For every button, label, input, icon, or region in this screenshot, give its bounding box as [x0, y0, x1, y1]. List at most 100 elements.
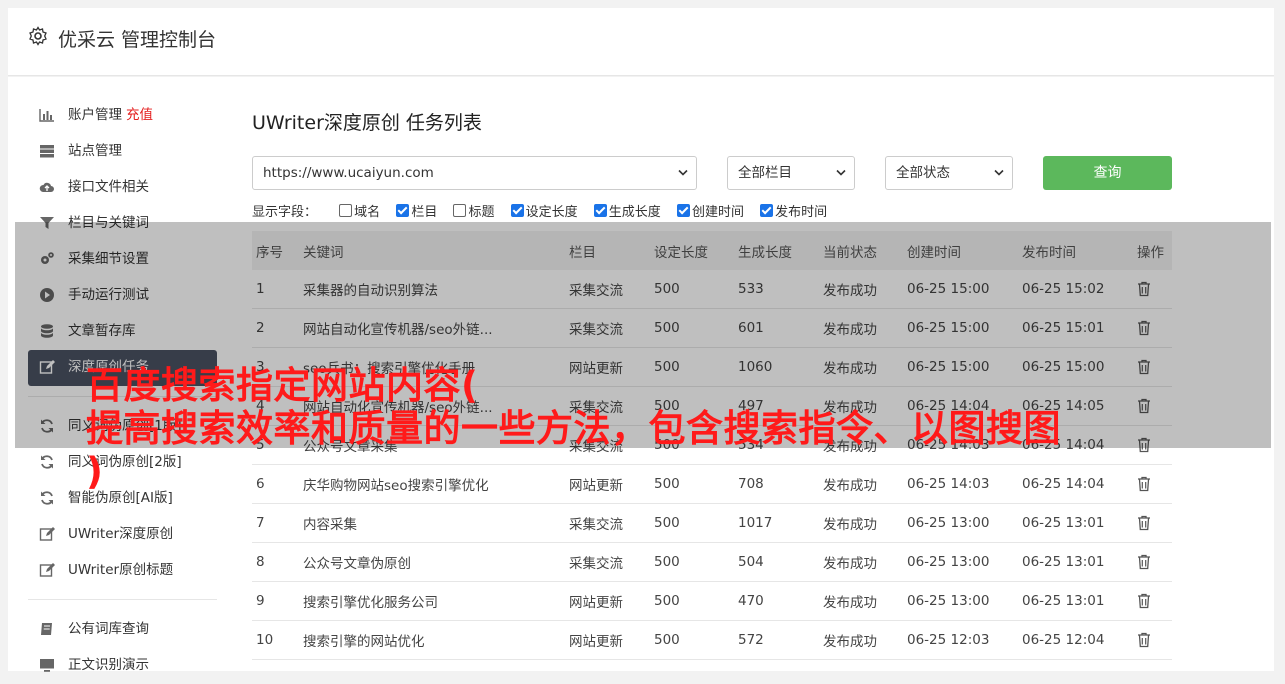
cell-no: 8: [252, 542, 299, 582]
trash-icon[interactable]: [1137, 515, 1151, 531]
sidebar-item-public-lexicon[interactable]: 公有词库查询: [28, 612, 217, 648]
checkbox[interactable]: [760, 204, 774, 217]
cell-set: 500: [650, 581, 734, 621]
server-icon: [40, 145, 54, 158]
overlay-line: 百度搜索指定网站内容(: [86, 364, 479, 407]
cell-published: 06-25 12:04: [1018, 620, 1133, 660]
sidebar-item-interface-files[interactable]: 接口文件相关: [28, 170, 217, 206]
cell-published: 06-25 13:01: [1018, 581, 1133, 621]
checkbox[interactable]: [510, 204, 524, 217]
field-checkbox-gen-length[interactable]: 生成长度: [593, 201, 661, 220]
status-select[interactable]: 全部状态: [885, 156, 1013, 190]
sidebar-item-uwriter-deep[interactable]: UWriter深度原创: [28, 517, 217, 553]
chevron-down-icon: [678, 169, 688, 176]
sidebar-divider: [28, 599, 217, 600]
field-checkbox-created[interactable]: 创建时间: [676, 201, 744, 220]
site-select[interactable]: https://www.ucaiyun.com: [252, 156, 697, 190]
cell-set: 500: [650, 542, 734, 582]
sidebar-item-label: 公有词库查询: [68, 621, 149, 637]
gear-icon: [29, 26, 47, 46]
trash-icon[interactable]: [1137, 554, 1151, 570]
cell-actions: [1133, 542, 1172, 582]
edit-icon: [39, 527, 55, 541]
page-title: UWriter深度原创 任务列表: [252, 112, 482, 134]
cell-gen: 470: [734, 581, 819, 621]
checkbox[interactable]: [453, 204, 467, 217]
checkbox-label: 标题: [468, 205, 495, 220]
sidebar-item-text-recognition[interactable]: 正文识别演示: [28, 648, 217, 684]
sidebar-item-label: UWriter深度原创: [68, 526, 174, 542]
cell-no: 10: [252, 620, 299, 660]
cell-status: 发布成功: [819, 620, 903, 660]
column-select-value: 全部栏目: [738, 165, 792, 181]
cell-set: 500: [650, 503, 734, 543]
cell-created: 06-25 12:03: [903, 620, 1018, 660]
table-row: 7 内容采集 采集交流 500 1017 发布成功 06-25 13:00 06-25 13:…: [252, 503, 1172, 543]
trash-icon[interactable]: [1137, 593, 1151, 609]
checkbox-label: 域名: [354, 205, 381, 220]
book-icon: [41, 623, 52, 635]
display-fields-label: 显示字段：: [252, 205, 318, 220]
refresh-icon: [41, 455, 53, 469]
field-checkbox-domain[interactable]: 域名: [339, 201, 380, 220]
field-checkbox-title[interactable]: 标题: [453, 201, 494, 220]
cell-status: 发布成功: [819, 581, 903, 621]
cell-col: 采集交流: [565, 503, 650, 543]
trash-icon[interactable]: [1137, 632, 1151, 648]
cell-actions: [1133, 581, 1172, 621]
display-fields: 显示字段： 域名 栏目 标题 设定长度 生成长度 创建时间 发布时间: [252, 201, 839, 220]
sidebar-item-sites[interactable]: 站点管理: [28, 134, 217, 170]
edit-icon: [39, 563, 55, 577]
sidebar-item-account[interactable]: 账户管理 充值: [28, 98, 217, 134]
cell-created: 06-25 13:00: [903, 503, 1018, 543]
status-select-value: 全部状态: [896, 165, 950, 181]
cell-no: 9: [252, 581, 299, 621]
sidebar-item-label: 接口文件相关: [68, 179, 149, 195]
site-select-value: https://www.ucaiyun.com: [263, 165, 434, 181]
checkbox-label: 栏目: [411, 205, 438, 220]
recharge-link[interactable]: 充值: [126, 107, 153, 123]
field-checkbox-published[interactable]: 发布时间: [760, 201, 827, 220]
cell-created: 06-25 13:00: [903, 542, 1018, 582]
field-checkbox-column[interactable]: 栏目: [396, 201, 437, 220]
table-row: 9 搜索引擎优化服务公司 网站更新 500 470 发布成功 06-25 13:00 06-2…: [252, 581, 1172, 621]
checkbox-label: 发布时间: [775, 205, 828, 220]
cell-created: 06-25 13:00: [903, 581, 1018, 621]
sidebar-item-label: 账户管理: [68, 107, 122, 123]
cell-kw: 内容采集: [299, 503, 565, 543]
table-row: 8 公众号文章伪原创 采集交流 500 504 发布成功 06-25 13:00 06-25 …: [252, 542, 1172, 582]
query-button[interactable]: 查询: [1043, 156, 1172, 190]
field-checkbox-set-length[interactable]: 设定长度: [510, 201, 578, 220]
cell-published: 06-25 13:01: [1018, 503, 1133, 543]
chevron-down-icon: [994, 169, 1004, 176]
cell-actions: [1133, 620, 1172, 660]
cell-gen: 1017: [734, 503, 819, 543]
table-row: 10 搜索引擎的网站优化 网站更新 500 572 发布成功 06-25 12:03 06-2…: [252, 620, 1172, 660]
column-select[interactable]: 全部栏目: [727, 156, 855, 190]
cell-gen: 572: [734, 620, 819, 660]
chevron-down-icon: [836, 169, 846, 176]
checkbox[interactable]: [339, 204, 353, 217]
cloud-upload-icon: [39, 182, 54, 192]
cell-kw: 公众号文章伪原创: [299, 542, 565, 582]
cell-published: 06-25 13:01: [1018, 542, 1133, 582]
checkbox-label: 生成长度: [608, 205, 661, 220]
cell-col: 网站更新: [565, 620, 650, 660]
refresh-icon: [41, 491, 53, 505]
sidebar-item-uwriter-title[interactable]: UWriter原创标题: [28, 553, 217, 589]
overlay-line: 提高搜索效率和质量的一些方法，包含搜索指令、以图搜图: [86, 407, 1061, 450]
checkbox-label: 创建时间: [691, 205, 744, 220]
cell-kw: 搜索引擎的网站优化: [299, 620, 565, 660]
bar-chart-icon: [39, 109, 54, 122]
checkbox[interactable]: [676, 204, 690, 217]
cell-set: 500: [650, 620, 734, 660]
cell-status: 发布成功: [819, 542, 903, 582]
sidebar-item-label: UWriter原创标题: [68, 562, 174, 578]
checkbox[interactable]: [593, 204, 607, 217]
cell-gen: 504: [734, 542, 819, 582]
checkbox[interactable]: [396, 204, 410, 217]
cell-actions: [1133, 503, 1172, 543]
cell-col: 采集交流: [565, 542, 650, 582]
cell-kw: 搜索引擎优化服务公司: [299, 581, 565, 621]
cell-status: 发布成功: [819, 503, 903, 543]
